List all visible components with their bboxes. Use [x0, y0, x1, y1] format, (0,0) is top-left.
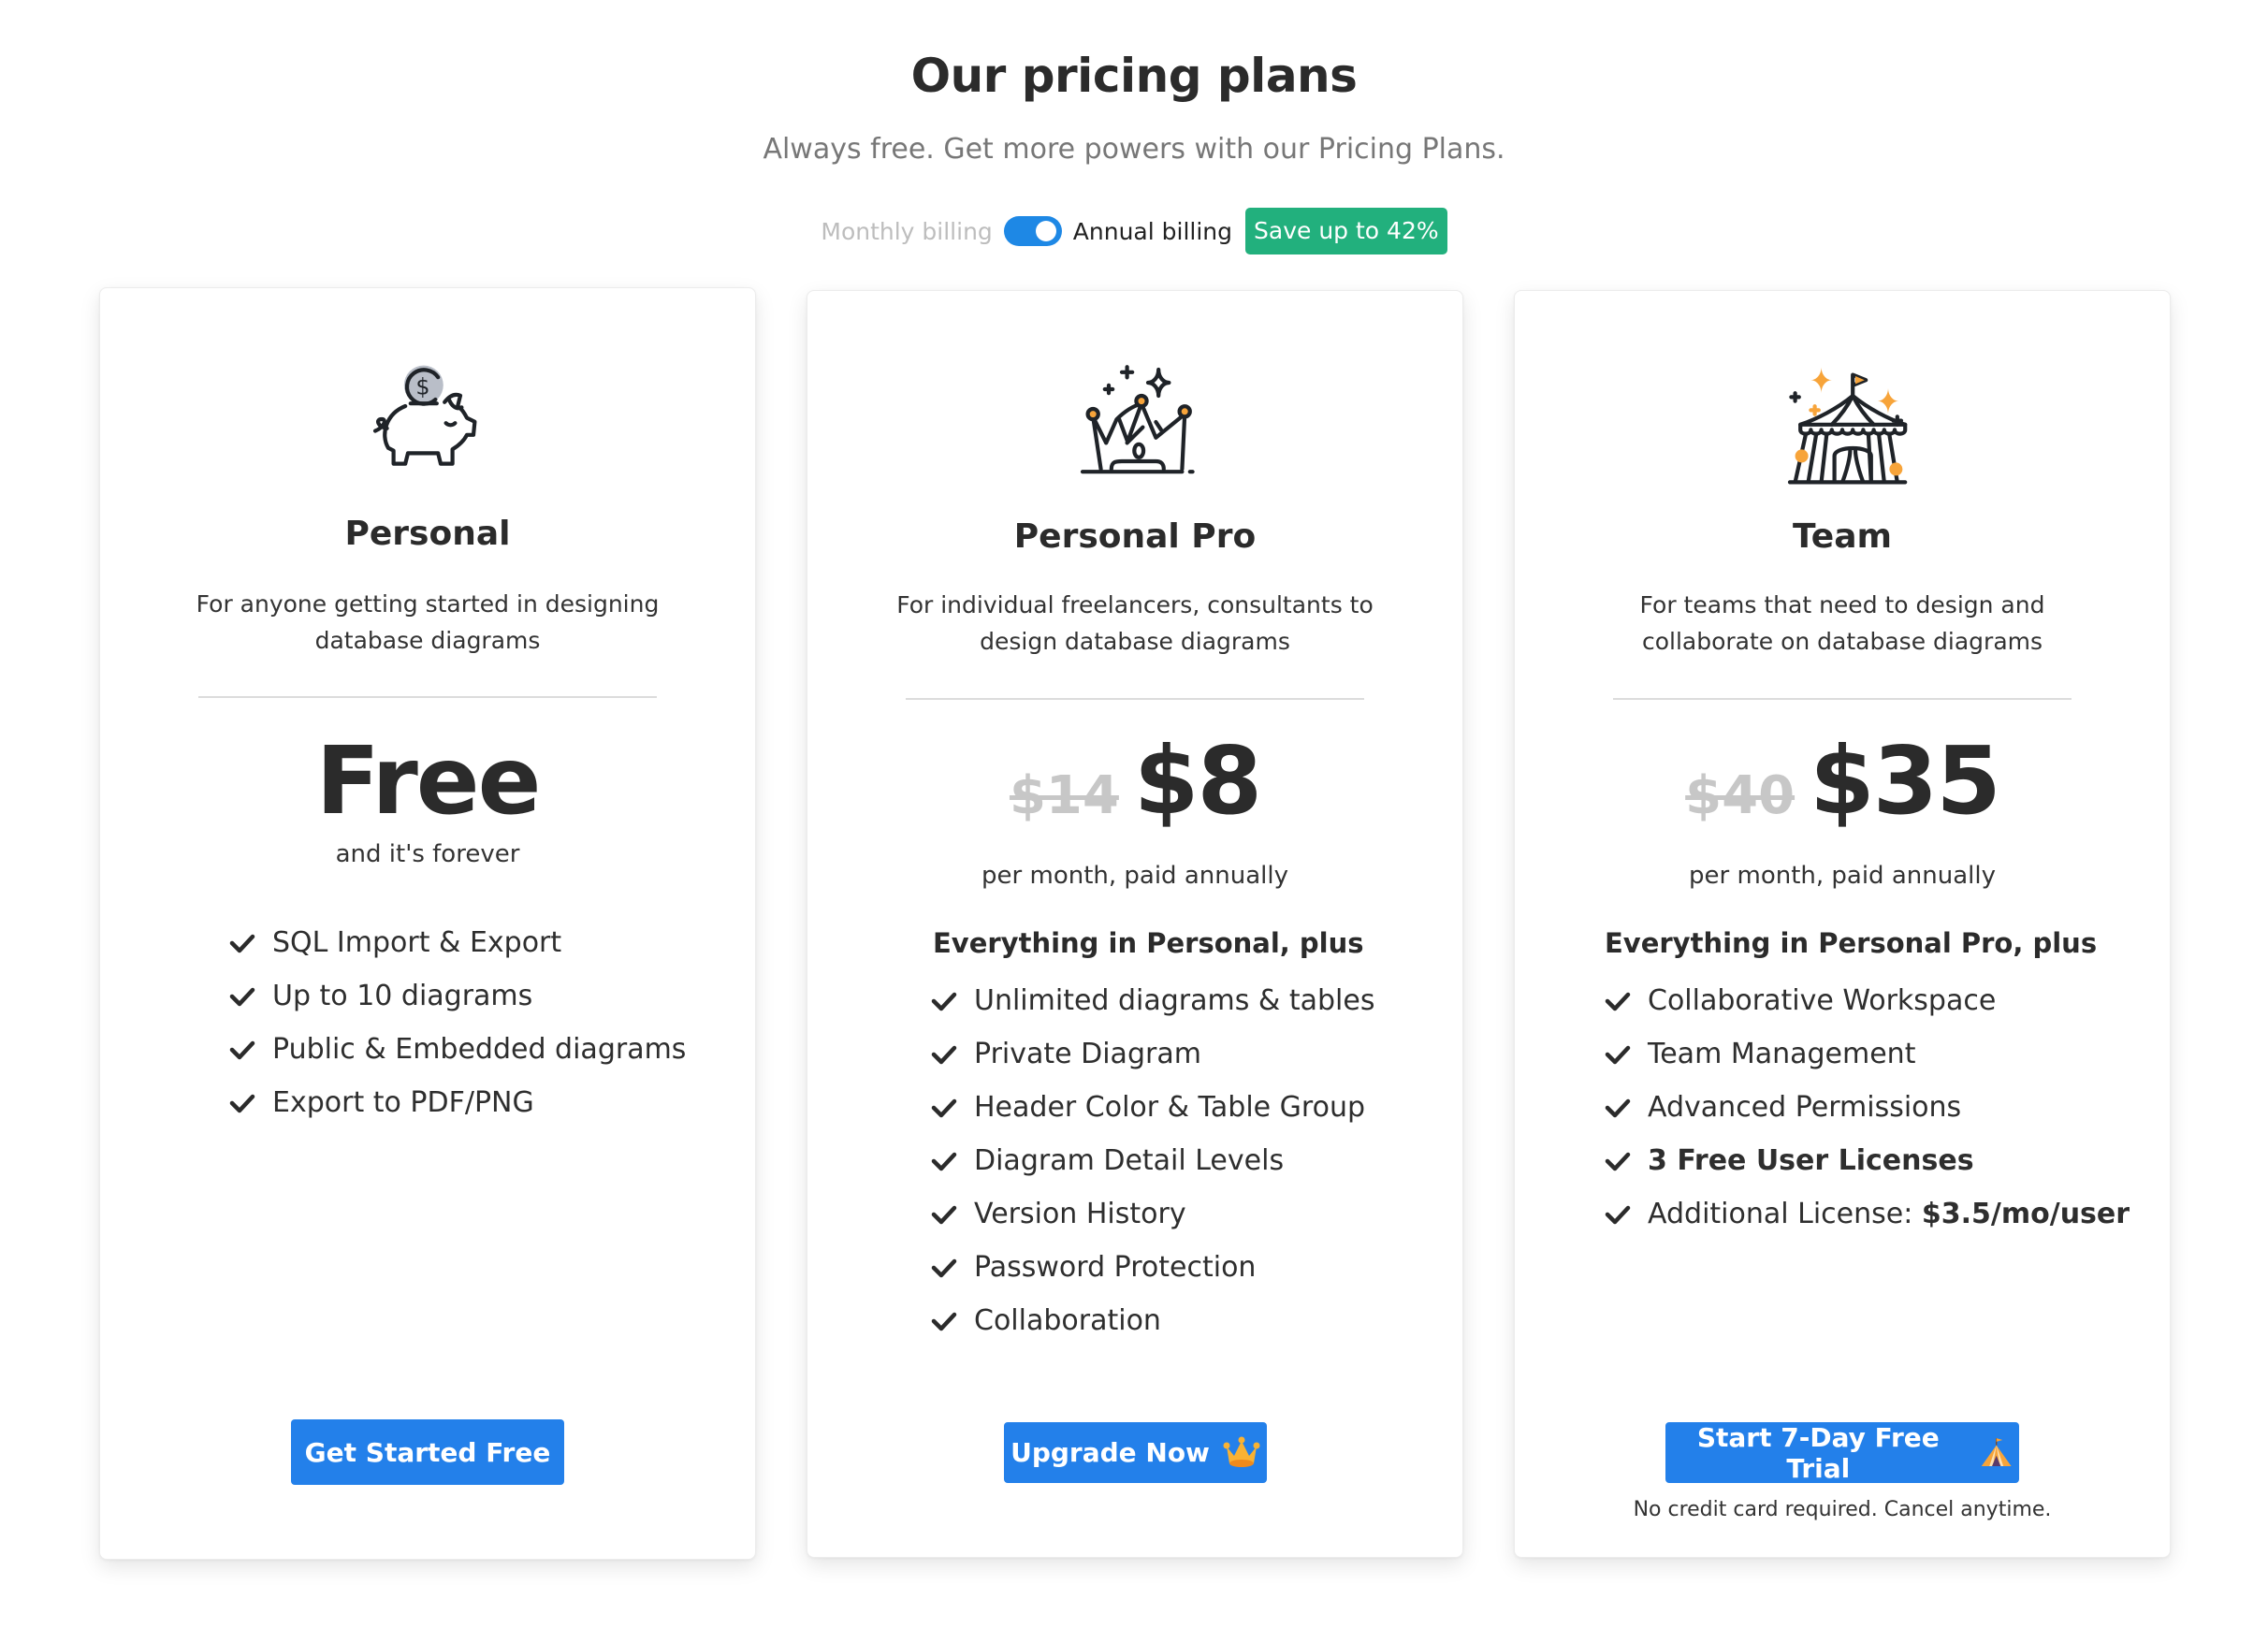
check-icon — [931, 1152, 957, 1170]
feature-item: 3 Free User Licenses — [1605, 1134, 2130, 1187]
plan-name: Personal — [344, 515, 511, 553]
feature-item: Collaborative Workspace — [1605, 974, 2130, 1027]
crown-emoji-icon — [1223, 1436, 1260, 1467]
plan-description: For individual freelancers, consultants … — [896, 591, 1374, 655]
check-icon — [229, 987, 255, 1006]
annual-billing-label[interactable]: Annual billing — [1073, 218, 1232, 245]
upgrade-now-button[interactable]: Upgrade Now — [1004, 1422, 1267, 1483]
page-subtitle: Always free. Get more powers with our Pr… — [763, 133, 1505, 166]
feature-item: Header Color & Table Group — [931, 1081, 1374, 1134]
page-title: Our pricing plans — [910, 49, 1358, 103]
feature-item: Advanced Permissions — [1605, 1081, 2130, 1134]
divider — [1613, 698, 2072, 700]
plan-name: Personal Pro — [1013, 517, 1257, 556]
plan-card-team: Team For teams that need to design and c… — [1514, 290, 2171, 1558]
price-note: per month, paid annually — [1689, 862, 1996, 890]
get-started-free-button[interactable]: Get Started Free — [291, 1419, 564, 1485]
feature-list: SQL Import & Export Up to 10 diagrams Pu… — [229, 916, 686, 1129]
check-icon — [931, 1098, 957, 1117]
feature-item: Private Diagram — [931, 1027, 1374, 1081]
check-icon — [931, 1205, 957, 1224]
price-current: $8 — [1133, 726, 1262, 836]
divider — [198, 696, 657, 698]
save-badge: Save up to 42% — [1245, 208, 1447, 254]
monthly-billing-label[interactable]: Monthly billing — [821, 218, 992, 245]
feature-list: Unlimited diagrams & tables Private Diag… — [931, 974, 1374, 1347]
billing-toggle-row: Monthly billing Annual billing Save up t… — [0, 208, 2268, 254]
plan-card-personal-pro: Personal Pro For individual freelancers,… — [807, 290, 1463, 1558]
check-icon — [931, 1045, 957, 1064]
check-icon — [1605, 1098, 1631, 1117]
features-heading: Everything in Personal Pro, plus — [1605, 927, 2098, 959]
feature-item: Version History — [931, 1187, 1374, 1241]
feature-item: Public & Embedded diagrams — [229, 1023, 686, 1076]
feature-item: Diagram Detail Levels — [931, 1134, 1374, 1187]
price-row: Free — [100, 726, 755, 836]
circus-tent-icon — [1515, 356, 2170, 487]
price-original: $14 — [1009, 765, 1119, 826]
feature-item: Additional License: $3.5/mo/user — [1605, 1187, 2130, 1241]
price-current: Free — [315, 726, 542, 836]
feature-item: Password Protection — [931, 1241, 1374, 1294]
check-icon — [931, 992, 957, 1011]
plan-card-personal: $ Personal For anyone getting started in… — [99, 287, 756, 1560]
check-icon — [229, 1040, 255, 1059]
check-icon — [1605, 1045, 1631, 1064]
piggy-bank-icon: $ — [100, 354, 755, 485]
trial-note: No credit card required. Cancel anytime. — [1633, 1498, 2052, 1521]
price-row: $40 $35 — [1515, 726, 2170, 836]
crown-icon — [807, 356, 1462, 487]
price-original: $40 — [1685, 765, 1796, 826]
divider — [906, 698, 1364, 700]
plan-description: For anyone getting started in designing … — [196, 590, 660, 654]
plan-description: For teams that need to design and collab… — [1639, 591, 2045, 655]
features-heading: Everything in Personal, plus — [933, 927, 1364, 959]
check-icon — [1605, 992, 1631, 1011]
feature-list: Collaborative Workspace Team Management … — [1605, 974, 2130, 1241]
feature-item: Team Management — [1605, 1027, 2130, 1081]
price-current: $35 — [1810, 726, 2001, 836]
toggle-knob — [1035, 221, 1056, 241]
feature-item: Unlimited diagrams & tables — [931, 974, 1374, 1027]
plan-name: Team — [1793, 517, 1892, 556]
start-free-trial-button[interactable]: Start 7-Day Free Trial — [1665, 1422, 2019, 1484]
check-icon — [931, 1258, 957, 1277]
check-icon — [229, 934, 255, 952]
check-icon — [1605, 1205, 1631, 1224]
price-row: $14 $8 — [807, 726, 1462, 836]
circus-tent-emoji-icon — [1981, 1437, 2012, 1466]
check-icon — [931, 1312, 957, 1330]
price-note: per month, paid annually — [981, 862, 1288, 890]
feature-item: Collaboration — [931, 1294, 1374, 1347]
svg-text:$: $ — [415, 373, 429, 400]
feature-item: SQL Import & Export — [229, 916, 686, 969]
price-note: and it's forever — [335, 840, 520, 868]
billing-toggle[interactable] — [1003, 216, 1062, 246]
feature-item: Export to PDF/PNG — [229, 1076, 686, 1129]
feature-item: Up to 10 diagrams — [229, 969, 686, 1023]
check-icon — [229, 1094, 255, 1112]
check-icon — [1605, 1152, 1631, 1170]
